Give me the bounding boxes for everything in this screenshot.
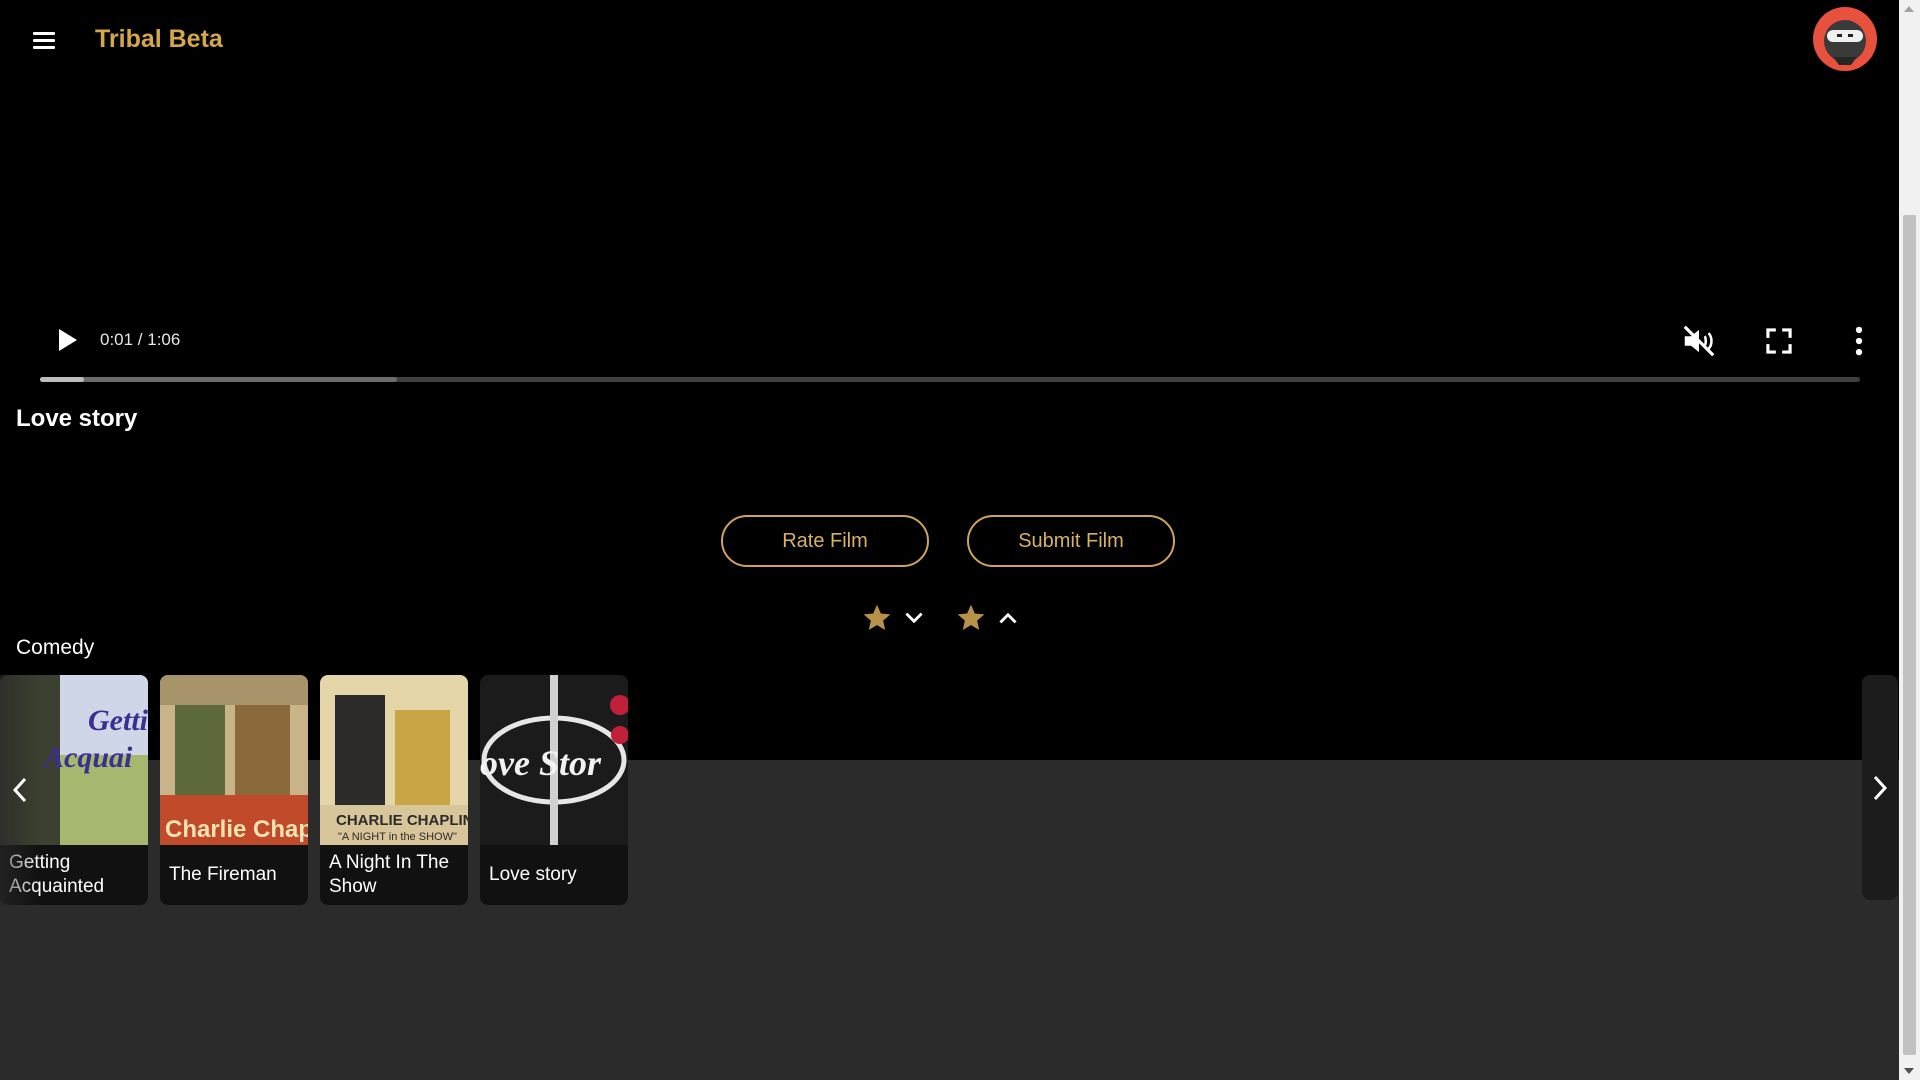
- scrollbar-thumb[interactable]: [1903, 215, 1916, 1055]
- more-options-icon[interactable]: [1840, 322, 1878, 360]
- carousel-next-button[interactable]: [1862, 675, 1898, 900]
- fullscreen-icon[interactable]: [1760, 322, 1798, 360]
- chevron-up-icon: [999, 612, 1017, 624]
- film-title: Love story: [16, 405, 138, 432]
- time-display: 0:01 / 1:06: [100, 330, 181, 349]
- film-card-title: The Fireman: [169, 864, 277, 885]
- sort-rating-descending[interactable]: [861, 600, 927, 636]
- film-card-title: Love story: [489, 864, 577, 885]
- play-icon[interactable]: [50, 324, 82, 356]
- chevron-down-icon: [905, 612, 923, 624]
- video-progress-bar[interactable]: [40, 377, 1860, 382]
- video-controls: 0:01 / 1:06: [40, 310, 1863, 370]
- film-card-the-fireman[interactable]: Charlie Chaplin The Fireman: [160, 675, 308, 905]
- film-poster: ove Stor: [480, 675, 628, 845]
- sort-rating-ascending[interactable]: [955, 600, 1021, 636]
- film-card-a-night-in-the-show[interactable]: CHARLIE CHAPLIN "A NIGHT in the SHOW" A …: [320, 675, 468, 905]
- poster-text: Getti: [88, 704, 148, 737]
- svg-text:Charlie Chaplin: Charlie Chaplin: [165, 816, 308, 843]
- category-title: Comedy: [16, 636, 95, 659]
- buffered-progress: [40, 377, 397, 382]
- film-card-love-story[interactable]: ove Stor Love story: [480, 675, 628, 905]
- submit-film-button[interactable]: Submit Film: [967, 515, 1175, 567]
- page-scrollbar[interactable]: [1899, 0, 1920, 1080]
- svg-text:ove Stor: ove Stor: [480, 743, 602, 783]
- svg-text:Acquai: Acquai: [42, 741, 133, 774]
- film-poster: Charlie Chaplin: [160, 675, 308, 845]
- app-title: Tribal Beta: [95, 25, 223, 53]
- chevron-right-icon: [1873, 775, 1888, 800]
- hamburger-menu-icon[interactable]: [29, 28, 61, 52]
- star-icon: [957, 604, 985, 630]
- user-avatar[interactable]: [1813, 7, 1877, 71]
- film-poster: CHARLIE CHAPLIN "A NIGHT in the SHOW": [320, 675, 468, 845]
- carousel-prev-button[interactable]: [0, 675, 40, 905]
- svg-text:CHARLIE CHAPLIN: CHARLIE CHAPLIN: [336, 812, 468, 829]
- scroll-up-arrow-icon[interactable]: [1904, 6, 1914, 12]
- muted-volume-icon[interactable]: [1680, 322, 1718, 360]
- played-progress: [40, 377, 84, 382]
- scroll-down-arrow-icon[interactable]: [1904, 1068, 1914, 1074]
- top-app-bar: Tribal Beta: [0, 0, 1899, 80]
- rate-film-button[interactable]: Rate Film: [721, 515, 929, 567]
- ninja-avatar-icon: [1824, 20, 1866, 65]
- film-card-title: A Night In The Show: [329, 852, 450, 897]
- star-icon: [863, 604, 891, 630]
- svg-text:"A NIGHT in the SHOW": "A NIGHT in the SHOW": [338, 831, 457, 843]
- chevron-left-icon: [12, 777, 27, 803]
